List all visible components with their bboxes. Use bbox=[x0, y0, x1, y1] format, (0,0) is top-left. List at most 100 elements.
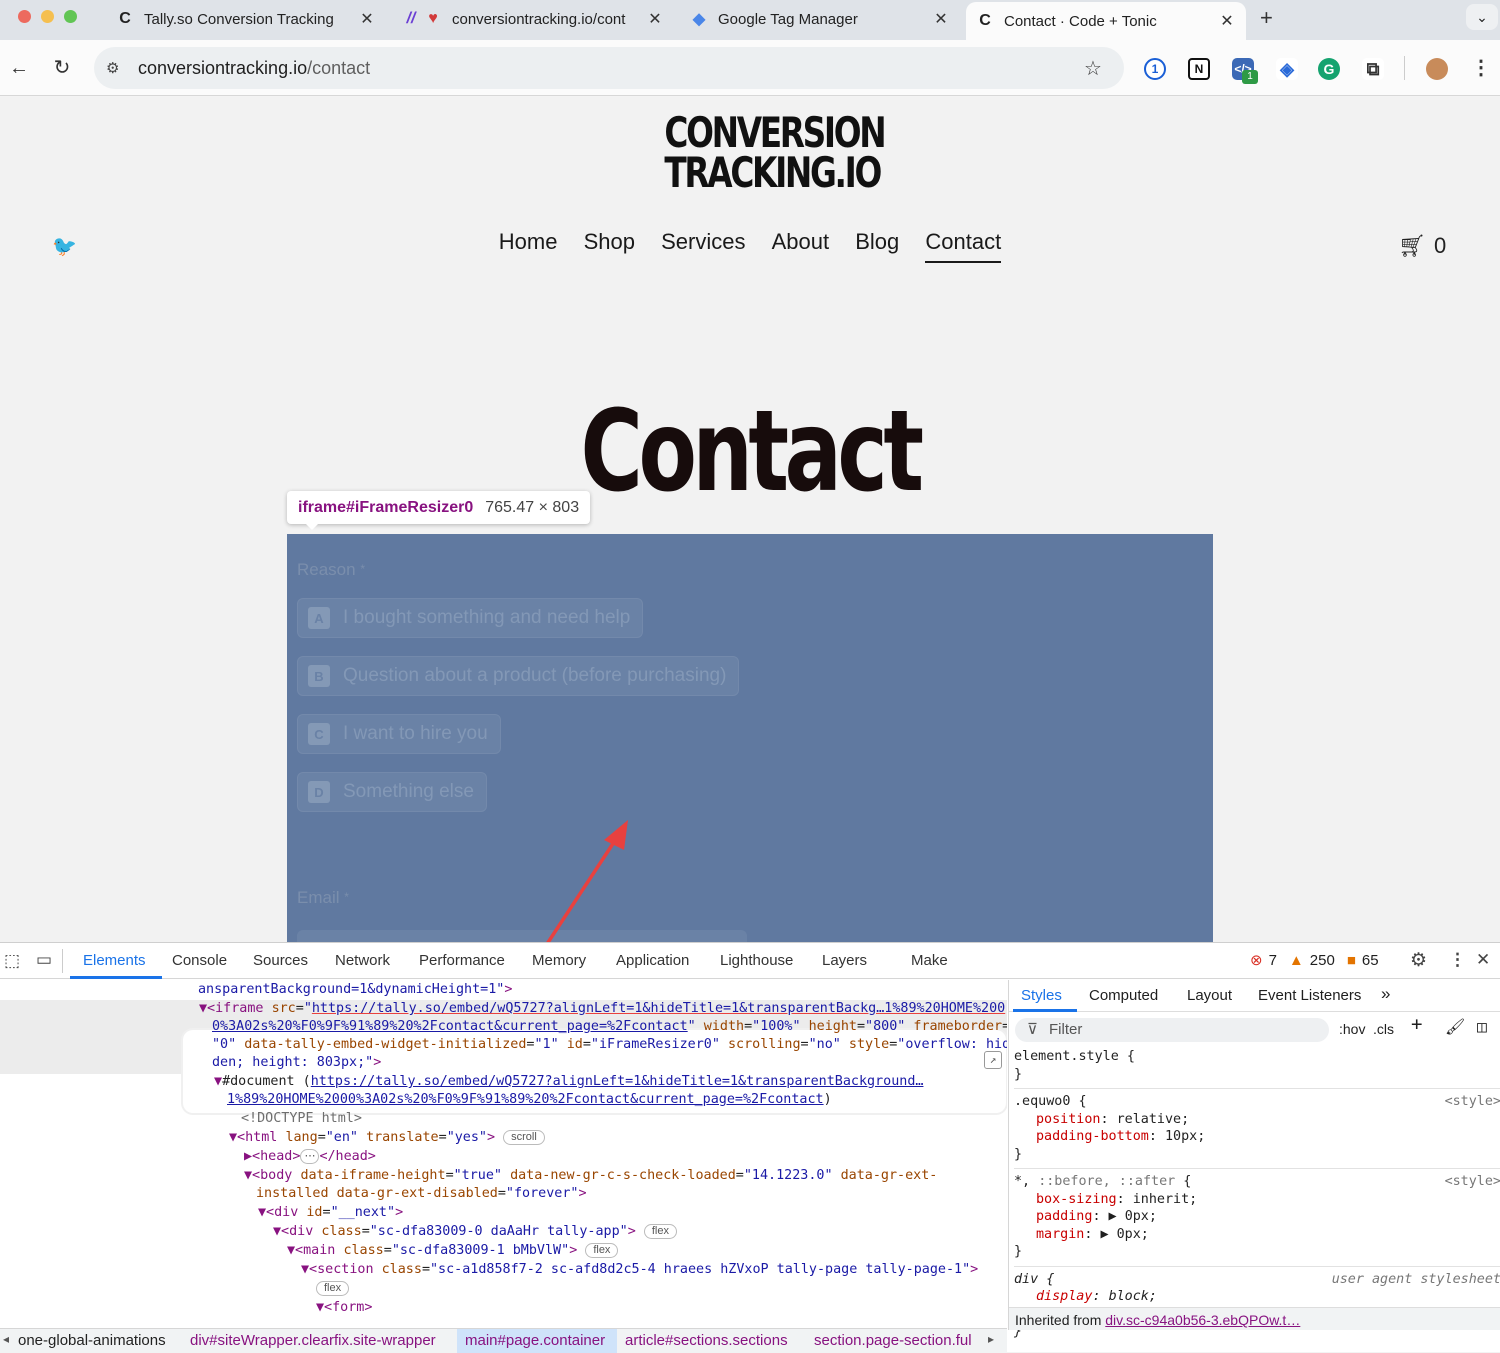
address-bar[interactable]: ⚙ conversiontracking.io/contact ☆ bbox=[94, 47, 1124, 89]
breadcrumb-item[interactable]: section.page-section.ful bbox=[814, 1332, 972, 1349]
close-devtools-icon[interactable]: ✕ bbox=[1476, 950, 1490, 970]
dom-line[interactable]: ▼<html lang="en" translate="yes"> scroll bbox=[229, 1129, 545, 1148]
reason-option-d[interactable]: D Something else bbox=[297, 772, 487, 812]
more-menu-icon[interactable]: ⋮ bbox=[1467, 56, 1495, 80]
profile-avatar[interactable] bbox=[1426, 58, 1448, 80]
site-settings-icon[interactable]: ⚙ bbox=[106, 59, 119, 77]
extensions-puzzle-icon[interactable]: ⧉ bbox=[1362, 58, 1384, 80]
dom-line-iframe[interactable]: ▼<iframe src="https://tally.so/embed/wQ5… bbox=[199, 1000, 1005, 1019]
tab-sources[interactable]: Sources bbox=[253, 952, 308, 969]
breadcrumb-item[interactable]: div#siteWrapper.clearfix.site-wrapper bbox=[190, 1332, 436, 1349]
dom-line[interactable]: 0%3A02s%20%F0%9F%91%89%20%2Fcontact&curr… bbox=[212, 1018, 1007, 1037]
cart-button[interactable]: 🛒︎ 0 bbox=[1398, 233, 1446, 259]
nav-shop[interactable]: Shop bbox=[584, 229, 635, 261]
nav-about[interactable]: About bbox=[772, 229, 830, 261]
tab-network[interactable]: Network bbox=[335, 952, 390, 969]
dom-line[interactable]: ▼<section class="sc-a1d858f7-2 sc-afd8d2… bbox=[301, 1261, 978, 1280]
style-source[interactable]: <style> bbox=[1445, 1093, 1500, 1111]
dom-line[interactable]: ▼<div id="__next"> bbox=[258, 1204, 403, 1223]
new-tab-button[interactable]: + bbox=[1260, 5, 1273, 31]
nav-services[interactable]: Services bbox=[661, 229, 745, 261]
tab-performance[interactable]: Performance bbox=[419, 952, 505, 969]
reason-option-b[interactable]: B Question about a product (before purch… bbox=[297, 656, 740, 696]
grammarly-icon[interactable]: G bbox=[1318, 58, 1340, 80]
dom-line[interactable]: den; height: 803px;"> bbox=[212, 1054, 381, 1073]
site-logo[interactable]: CONVERSION TRACKING.IO bbox=[664, 112, 886, 194]
breadcrumb-item[interactable]: article#sections.sections bbox=[625, 1332, 788, 1349]
dom-tree[interactable]: ansparentBackground=1&dynamicHeight=1"> … bbox=[0, 980, 1007, 1330]
tab-styles[interactable]: Styles bbox=[1021, 987, 1062, 1005]
tab-event-listeners[interactable]: Event Listeners bbox=[1258, 987, 1361, 1005]
tab-memory[interactable]: Memory bbox=[532, 952, 586, 969]
tab-layers[interactable]: Layers bbox=[822, 952, 867, 969]
cart-count: 0 bbox=[1433, 233, 1447, 258]
tab-google-tag-manager[interactable]: ◆ Google Tag Manager ✕ bbox=[680, 0, 958, 38]
nav-contact[interactable]: Contact bbox=[925, 229, 1002, 263]
gtm-extension-icon[interactable]: ◈ bbox=[1276, 58, 1298, 80]
tab-search-button[interactable]: ⌄ bbox=[1466, 4, 1498, 30]
settings-gear-icon[interactable]: ⚙ bbox=[1410, 949, 1427, 972]
device-toolbar-icon[interactable]: ▭ bbox=[36, 950, 52, 970]
toggle-sidebar-icon[interactable]: ◫ bbox=[1477, 1018, 1487, 1036]
dom-line[interactable]: "0" data-tally-embed-widget-initialized=… bbox=[212, 1036, 1007, 1055]
new-rule-icon[interactable]: + bbox=[1411, 1015, 1422, 1034]
dom-line[interactable]: installed data-gr-ext-disabled="forever"… bbox=[256, 1185, 587, 1204]
close-window-button[interactable] bbox=[18, 10, 31, 23]
inspect-element-icon[interactable]: ⬚ bbox=[4, 951, 20, 971]
dom-line[interactable]: ▼<form> bbox=[316, 1299, 372, 1318]
dom-line[interactable]: 1%89%20HOME%2000%3A02s%20%F0%9F%91%89%20… bbox=[227, 1091, 832, 1110]
styles-filter-input[interactable]: ⊽ Filter bbox=[1015, 1018, 1329, 1042]
breadcrumb-item[interactable]: one-global-animations bbox=[18, 1332, 166, 1349]
issue-counters[interactable]: ⊗ 7 ▲ 250 ■ 65 bbox=[1250, 951, 1379, 970]
hov-toggle[interactable]: :hov bbox=[1339, 1021, 1365, 1039]
url-host: conversiontracking.io bbox=[138, 58, 308, 78]
close-tab-icon[interactable]: ✕ bbox=[356, 9, 378, 29]
tab-make[interactable]: Make bbox=[911, 952, 948, 969]
tab-lighthouse[interactable]: Lighthouse bbox=[720, 952, 793, 969]
bookmark-star-icon[interactable]: ☆ bbox=[1084, 56, 1102, 81]
url-text[interactable]: conversiontracking.io/contact bbox=[138, 58, 370, 79]
tab-application[interactable]: Application bbox=[616, 952, 689, 969]
password-manager-icon[interactable]: 1 bbox=[1144, 58, 1166, 80]
tab-conversiontracking[interactable]: // ♥ conversiontracking.io/cont ✕ bbox=[394, 0, 672, 38]
style-rule[interactable]: *, ::before, ::after { <style> box-sizin… bbox=[1014, 1168, 1500, 1261]
dom-line[interactable]: ▼<body data-iframe-height="true" data-ne… bbox=[244, 1167, 937, 1186]
nav-home[interactable]: Home bbox=[499, 229, 558, 261]
tally-form-iframe[interactable]: Reason * A I bought something and need h… bbox=[287, 534, 1213, 942]
minimize-window-button[interactable] bbox=[41, 10, 54, 23]
close-tab-icon[interactable]: ✕ bbox=[1216, 11, 1238, 31]
scroll-right-icon[interactable]: ▸ bbox=[988, 1332, 994, 1346]
nav-blog[interactable]: Blog bbox=[855, 229, 899, 261]
back-icon[interactable]: ← bbox=[5, 56, 33, 80]
paint-brush-icon[interactable]: 🖌︎ bbox=[1445, 1018, 1465, 1036]
dom-line[interactable]: ▼#document (https://tally.so/embed/wQ572… bbox=[214, 1073, 923, 1092]
tab-contact[interactable]: C Contact · Code + Tonic ✕ bbox=[966, 2, 1246, 40]
more-tabs-icon[interactable]: » bbox=[1381, 985, 1390, 1003]
tab-computed[interactable]: Computed bbox=[1089, 987, 1158, 1005]
devtools-more-icon[interactable]: ⋮ bbox=[1449, 950, 1466, 970]
dom-line[interactable]: ▶<head> ⋯ </head> bbox=[244, 1148, 376, 1167]
style-rule[interactable]: .equwo0 { <style> position: relative; pa… bbox=[1014, 1088, 1500, 1163]
reveal-icon[interactable]: ↗ bbox=[984, 1051, 1002, 1069]
close-tab-icon[interactable]: ✕ bbox=[644, 9, 666, 29]
scroll-left-icon[interactable]: ◂ bbox=[3, 1332, 9, 1346]
tab-layout[interactable]: Layout bbox=[1187, 987, 1232, 1005]
inherited-selector[interactable]: div.sc-c94a0b56-3.ebQPOw.t… bbox=[1105, 1312, 1300, 1328]
reason-option-a[interactable]: A I bought something and need help bbox=[297, 598, 644, 638]
tab-console[interactable]: Console bbox=[172, 952, 227, 969]
reason-option-c[interactable]: C I want to hire you bbox=[297, 714, 501, 754]
tab-tally[interactable]: C Tally.so Conversion Tracking ✕ bbox=[106, 0, 384, 38]
reload-icon[interactable]: ↻ bbox=[48, 56, 76, 80]
notion-icon[interactable]: N bbox=[1188, 58, 1210, 80]
maximize-window-button[interactable] bbox=[64, 10, 77, 23]
cls-toggle[interactable]: .cls bbox=[1373, 1021, 1394, 1039]
style-source[interactable]: <style> bbox=[1445, 1173, 1500, 1191]
dom-line[interactable]: ▼<main class="sc-dfa83009-1 bMbVlW"> fle… bbox=[287, 1242, 619, 1261]
close-tab-icon[interactable]: ✕ bbox=[930, 9, 952, 29]
dom-line[interactable]: <!DOCTYPE html> bbox=[241, 1110, 362, 1129]
dom-line[interactable]: ansparentBackground=1&dynamicHeight=1"> bbox=[198, 981, 512, 1000]
dom-line[interactable]: flex bbox=[316, 1280, 350, 1299]
tab-elements[interactable]: Elements bbox=[83, 952, 146, 969]
breadcrumb-item-active[interactable]: main#page.container bbox=[465, 1332, 605, 1349]
dom-line[interactable]: ▼<div class="sc-dfa83009-0 daAaHr tally-… bbox=[273, 1223, 677, 1242]
